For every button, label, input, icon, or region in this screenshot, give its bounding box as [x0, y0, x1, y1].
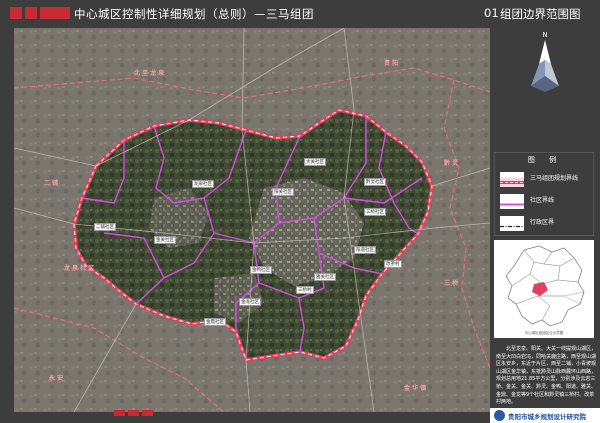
community-boundary-swatch — [500, 194, 524, 209]
community-label[interactable]: 阳道社区 — [354, 246, 376, 254]
region-label: 贵 阳 — [384, 60, 399, 67]
community-label[interactable]: 二铺社区 — [94, 223, 116, 231]
map-sheet: 中心城区控制性详细规划（总则）—三马组团 01 组团边界范围图 北 至 龙 泉 … — [0, 0, 600, 423]
svg-text:N: N — [542, 31, 547, 39]
group-boundary-swatch — [500, 172, 524, 187]
sheet-title: 中心城区控制性详细规划（总则）—三马组团 — [74, 7, 314, 21]
community-label[interactable]: 阳关社区 — [272, 188, 294, 196]
inset-caption: 中心城区组团区位示意图 — [524, 331, 564, 335]
community-label[interactable]: 大关社区 — [304, 158, 326, 166]
scope-description: 北至龙泉、阳关、大关一线提观山湖区，南至大凹白岩冯，同哈关鹿庄路，西至观山湖区永… — [496, 346, 597, 406]
legend-label: 三马组团规划界线 — [530, 175, 579, 182]
legend-item-admin-boundary: 行政区界 — [500, 215, 596, 231]
community-label[interactable]: 龙泉社区 — [192, 180, 214, 188]
legend-title: 图 例 — [527, 156, 563, 164]
community-label[interactable]: 黔灵社区 — [364, 178, 386, 186]
region-label: 黔 灵 — [444, 160, 459, 167]
community-label[interactable]: 改茶村 — [384, 260, 402, 268]
legend-item-community-boundary: 社区界线 — [500, 193, 596, 209]
compass: N — [490, 28, 600, 118]
inset-map-canvas — [505, 245, 585, 327]
region-label: 二 铺 — [44, 180, 59, 187]
community-label[interactable]: 金鼎社区 — [204, 318, 226, 326]
community-label[interactable]: 金关社区 — [154, 236, 176, 244]
region-label: 北 至 龙 泉 — [134, 70, 165, 77]
legend-item-group-boundary: 三马组团规划界线 — [500, 171, 596, 187]
footer-accent-block — [128, 410, 139, 416]
header-accent-bar — [40, 7, 70, 19]
community-label[interactable]: 三桥社区 — [364, 208, 386, 216]
region-label: 龙 泉 社 区 — [64, 265, 95, 272]
satellite-map[interactable]: 北 至 龙 泉 贵 阳 二 铺 黔 灵 三 桥 龙 泉 社 区 永 安 金 华 … — [14, 28, 490, 412]
legend-label: 社区界线 — [530, 197, 555, 204]
map-canvas — [14, 28, 490, 412]
footer-accent-block — [114, 410, 125, 416]
sheet-subtitle-text: 组团边界范围图 — [500, 7, 581, 21]
header-accent-block — [25, 7, 37, 19]
institute-logo-icon — [494, 410, 505, 421]
sheet-number: 01 — [484, 6, 499, 20]
admin-boundary-swatch — [500, 216, 524, 231]
side-panel: N 图 例 三马组团规划界线 社区界线 行政区界 中心城区组团区位示意图 北至龙… — [490, 28, 600, 423]
community-label[interactable]: 金龙社区 — [239, 298, 261, 306]
header-accent-block — [10, 7, 22, 19]
region-label: 永 安 — [49, 375, 64, 382]
north-arrow-icon: N — [531, 31, 559, 92]
organization-badge: 贵阳市城乡规划设计研究院 — [490, 408, 600, 423]
community-label[interactable]: 雅关社区 — [314, 273, 336, 281]
map-legend: 图 例 三马组团规划界线 社区界线 行政区界 — [494, 152, 594, 236]
sheet-subtitle: 组团边界范围图 — [500, 6, 581, 22]
location-inset-map[interactable]: 中心城区组团区位示意图 — [494, 240, 594, 338]
community-label[interactable]: 三桥村 — [296, 286, 314, 294]
organization-name: 贵阳市城乡规划设计研究院 — [508, 413, 586, 421]
footer-accent-block — [142, 410, 153, 416]
legend-label: 行政区界 — [530, 219, 555, 226]
region-label: 金 华 镇 — [404, 385, 427, 392]
community-label[interactable]: 金鸭社区 — [250, 266, 272, 274]
region-label: 三 桥 — [444, 280, 459, 287]
sheet-header: 中心城区控制性详细规划（总则）—三马组团 01 组团边界范围图 — [0, 0, 600, 26]
